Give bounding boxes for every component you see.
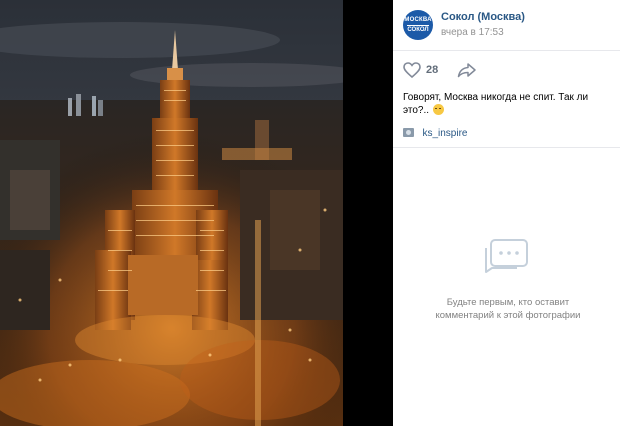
post-time[interactable]: вчера в 17:53 bbox=[441, 27, 504, 38]
emoji-sweat-smile-icon bbox=[432, 104, 444, 115]
heart-icon[interactable] bbox=[403, 62, 421, 78]
divider bbox=[393, 50, 620, 51]
comment-bubble-icon bbox=[485, 239, 528, 273]
divider bbox=[393, 147, 620, 148]
post-text-content: Говорят, Москва никогда не спит. Так ли … bbox=[403, 92, 589, 116]
group-name-link[interactable]: Сокол (Москва) bbox=[441, 11, 525, 23]
post-header: МОСКВА СОКОЛ Сокол (Москва) вчера в 17:5… bbox=[393, 0, 620, 50]
night-moscow-photo[interactable] bbox=[0, 0, 343, 426]
post-sidebar: МОСКВА СОКОЛ Сокол (Москва) вчера в 17:5… bbox=[393, 0, 620, 426]
photo-letterbox bbox=[343, 0, 393, 426]
like-count: 28 bbox=[426, 64, 439, 76]
empty-comments-line2: комментарий к этой фотографии bbox=[435, 310, 581, 321]
share-arrow-icon[interactable] bbox=[457, 62, 477, 78]
post-text: Говорят, Москва никогда не спит. Так ли … bbox=[403, 91, 615, 117]
empty-comments-message: Будьте первым, кто оставит комментарий к… bbox=[413, 296, 603, 322]
photo-viewer[interactable] bbox=[0, 0, 393, 426]
photo-tag-link[interactable]: ks_inspire bbox=[422, 128, 467, 139]
avatar-bottom-text: СОКОЛ bbox=[407, 26, 429, 33]
empty-comments-line1: Будьте первым, кто оставит bbox=[446, 297, 570, 308]
avatar[interactable]: МОСКВА СОКОЛ bbox=[403, 10, 433, 40]
photo-tag[interactable]: ks_inspire bbox=[403, 123, 467, 139]
avatar-divider bbox=[407, 24, 429, 26]
avatar-top-text: МОСКВА bbox=[404, 16, 432, 23]
photo-tag-icon bbox=[403, 128, 414, 137]
